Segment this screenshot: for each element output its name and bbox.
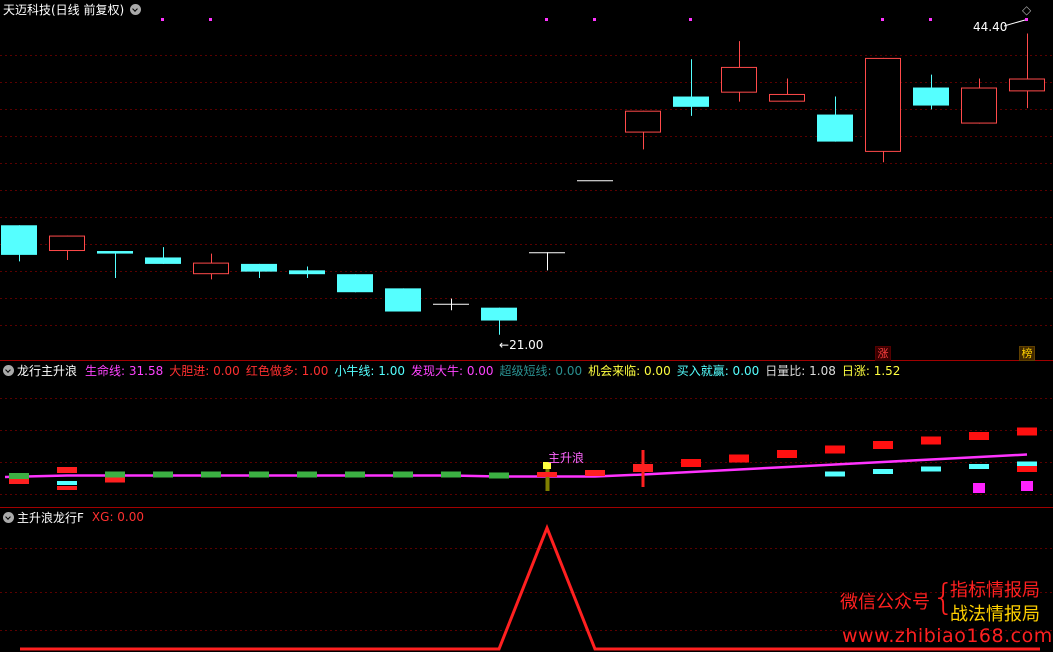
candle-body-14 xyxy=(673,96,709,107)
candle-body-16 xyxy=(769,93,805,102)
magenta-square-21 xyxy=(1021,481,1033,491)
watermark-url: www.zhibiao168.com xyxy=(842,625,1053,647)
green-block-4 xyxy=(201,471,221,478)
top-signal-dot-3 xyxy=(593,18,596,21)
panel2-settings-icon[interactable] xyxy=(3,364,14,376)
watermark-wechat: 微信公众号 xyxy=(840,592,930,613)
red-rising-20 xyxy=(969,432,989,440)
candle-body-15 xyxy=(721,66,757,93)
indicator-values: 生命线: 31.58 大胆进: 0.00 红色做多: 1.00 小牛线: 1.00 发现… xyxy=(85,362,906,379)
green-block-3 xyxy=(153,471,173,478)
diamond-icon[interactable]: ◇ xyxy=(1022,3,1031,17)
indicator-7: 买入就赢: 0.00 xyxy=(676,363,760,378)
red-rising-14 xyxy=(681,459,701,467)
top-signal-dot-5 xyxy=(881,18,884,21)
green-block-9 xyxy=(441,471,461,478)
green-block-10 xyxy=(489,472,509,479)
indicator-4: 发现大牛: 0.00 xyxy=(410,363,494,378)
cyan-block-1 xyxy=(57,481,77,485)
candle-body-21 xyxy=(1009,78,1045,92)
candle-body-5 xyxy=(241,263,277,272)
candle-body-13 xyxy=(625,110,661,133)
top-signal-dot-7 xyxy=(1025,18,1028,21)
candle-body-19 xyxy=(913,87,949,106)
top-signal-dot-0 xyxy=(161,18,164,21)
watermark-line2: 指标情报局 xyxy=(950,580,1040,601)
xg-panel-header: 主升浪龙行F XG: 0.00 xyxy=(0,509,144,525)
red-rising-17 xyxy=(825,445,845,454)
top-signal-dot-2 xyxy=(545,18,548,21)
magenta-square-20 xyxy=(973,483,985,493)
candle-body-10 xyxy=(481,307,517,321)
candle-body-18 xyxy=(865,57,901,152)
green-block-6 xyxy=(297,471,317,478)
low-price-label: ←21.00 xyxy=(499,338,544,352)
indicator-1: 大胆进: 0.00 xyxy=(169,363,240,378)
green-block-2 xyxy=(105,471,125,478)
indicator-panel-header: 龙行主升浪 生命线: 31.58 大胆进: 0.00 红色做多: 1.00 小牛线: … xyxy=(0,362,906,378)
settings-gear-icon[interactable] xyxy=(130,3,142,15)
red-rising-21 xyxy=(1017,427,1037,436)
cyan-late-20 xyxy=(969,464,989,469)
red-block-bot-1 xyxy=(57,486,77,490)
red-rising-16 xyxy=(777,450,797,458)
candle-body-3 xyxy=(145,257,181,264)
candle-body-8 xyxy=(385,288,421,312)
candle-body-7 xyxy=(337,274,373,293)
red-rising-18 xyxy=(873,441,893,449)
green-block-5 xyxy=(249,471,269,478)
indicator-5: 超级短线: 0.00 xyxy=(499,363,583,378)
red-rising-15 xyxy=(729,454,749,463)
candle-body-2 xyxy=(97,251,133,254)
candle-body-17 xyxy=(817,114,853,142)
red-block-low-0 xyxy=(9,479,29,484)
green-block-7 xyxy=(345,471,365,478)
high-price-label: 44.40 xyxy=(973,20,1008,34)
red-block-low-2 xyxy=(105,477,125,483)
red-extra-21 xyxy=(1017,466,1037,472)
indicator-3: 小牛线: 1.00 xyxy=(334,363,405,378)
red-rising-19 xyxy=(921,436,941,445)
xg-label: XG: 0.00 xyxy=(91,510,145,524)
chart-canvas[interactable] xyxy=(0,0,1053,652)
top-signal-dot-6 xyxy=(929,18,932,21)
indicator-8: 日量比: 1.08 xyxy=(765,363,836,378)
red-block-11 xyxy=(537,472,557,477)
candle-body-0 xyxy=(1,225,37,255)
indicator-9: 日涨: 1.52 xyxy=(841,363,901,378)
panel2-title: 龙行主升浪 xyxy=(17,363,78,378)
cyan-late-21 xyxy=(1017,461,1037,467)
red-stick-13 xyxy=(641,450,645,487)
zhushenglang-label: 主升浪 xyxy=(548,451,585,465)
candle-body-1 xyxy=(49,235,85,252)
red-block-top-1 xyxy=(57,467,77,473)
candle-body-4 xyxy=(193,262,229,275)
cyan-late-18 xyxy=(873,469,893,474)
watermark-line3: 战法情报局 xyxy=(950,604,1040,625)
candle-body-20 xyxy=(961,87,997,124)
top-signal-dot-4 xyxy=(689,18,692,21)
indicator-0: 生命线: 31.58 xyxy=(85,363,164,378)
olive-bar xyxy=(545,467,550,491)
indicator-2: 红色做多: 1.00 xyxy=(245,363,329,378)
cyan-late-17 xyxy=(825,471,845,477)
zhang-badge[interactable]: 涨 xyxy=(875,346,891,361)
indicator-6: 机会来临: 0.00 xyxy=(588,363,671,378)
red-block-12 xyxy=(585,470,605,476)
green-block-8 xyxy=(393,471,413,478)
top-signal-dot-1 xyxy=(209,18,212,21)
green-block-0 xyxy=(9,473,29,479)
bang-badge[interactable]: 榜 xyxy=(1019,346,1035,361)
main-chart-title: 天迈科技(日线 前复权) xyxy=(3,2,125,17)
panel3-title: 主升浪龙行F xyxy=(17,510,84,525)
main-chart-header: 天迈科技(日线 前复权) xyxy=(0,1,144,17)
panel3-settings-icon[interactable] xyxy=(3,511,14,523)
candle-body-6 xyxy=(289,270,325,275)
cyan-late-19 xyxy=(921,466,941,472)
